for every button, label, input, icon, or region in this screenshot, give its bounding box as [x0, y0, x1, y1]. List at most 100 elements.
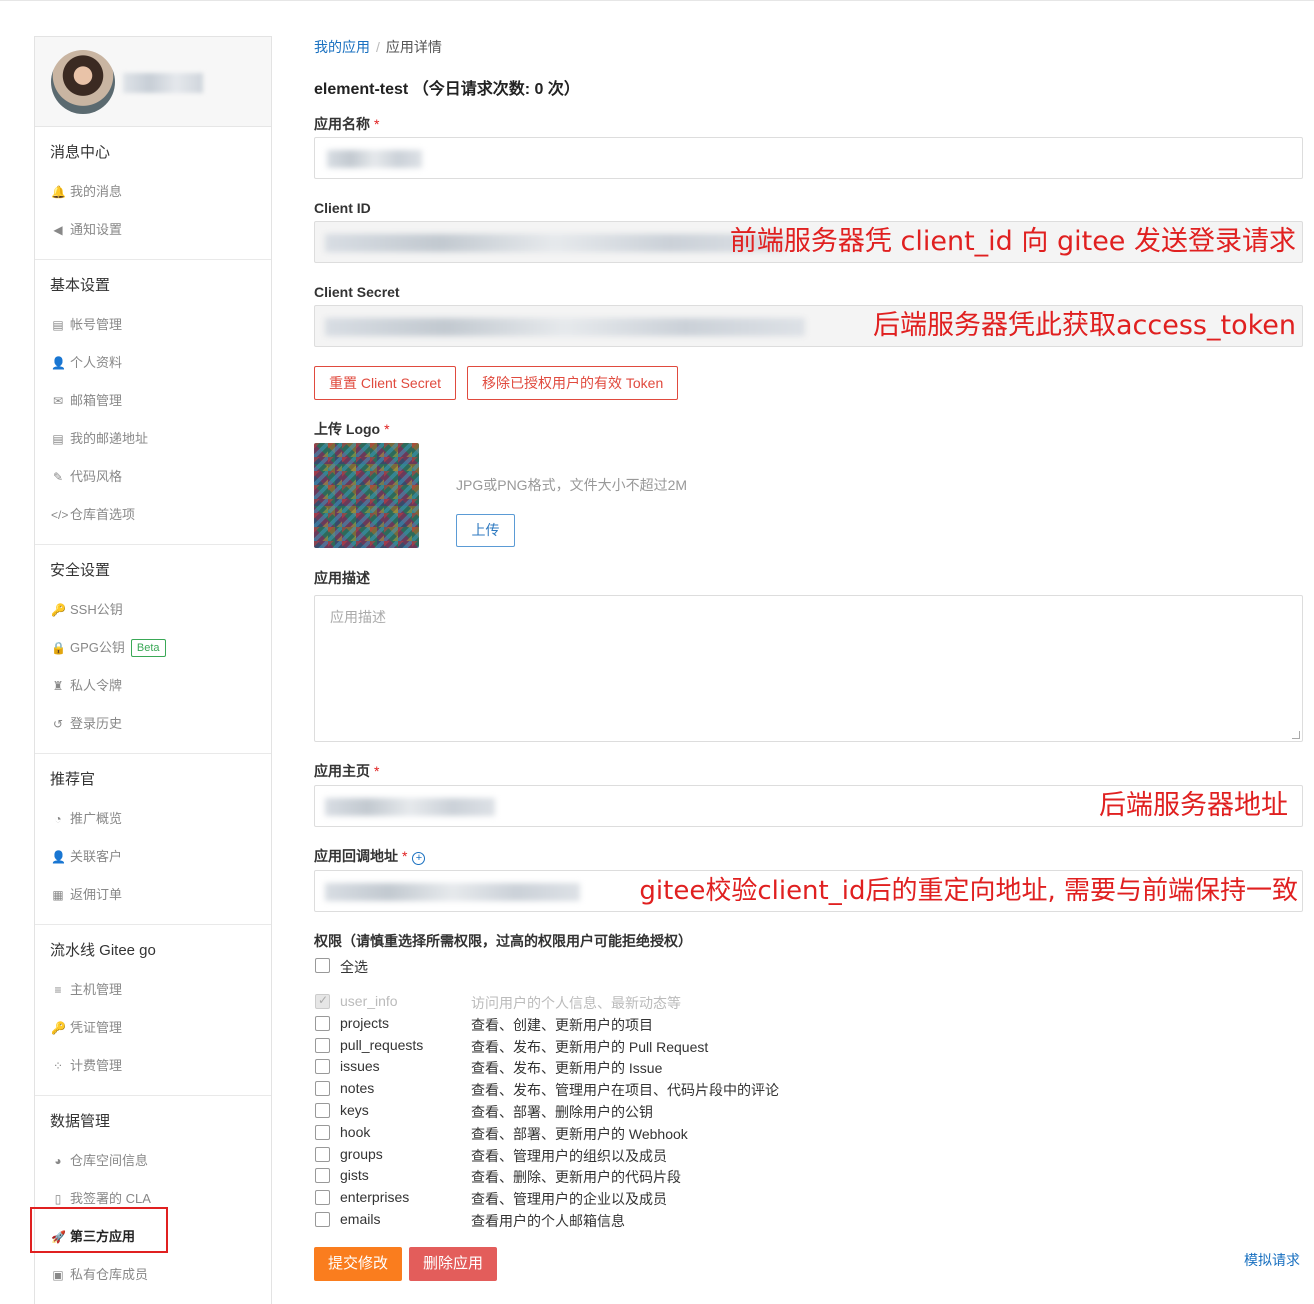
scope-description: 查看、管理用户的组织以及成员 — [471, 1148, 667, 1164]
reset-secret-button[interactable]: 重置 Client Secret — [314, 366, 457, 400]
scope-checkbox[interactable] — [315, 1016, 330, 1031]
member-icon: ▣ — [52, 1268, 64, 1282]
sidebar-group: 消息中心 🔔 我的消息 ◀ 通知设置 — [35, 127, 271, 260]
select-all-checkbox[interactable] — [315, 958, 330, 973]
sidebar-item[interactable]: 👤 个人资料 — [35, 344, 271, 382]
callback-input[interactable]: gitee校验client_id后的重定向地址, 需要与前端保持一致 — [314, 870, 1303, 912]
sidebar-item-label: 私有仓库成员 — [70, 1267, 149, 1282]
breadcrumb-separator: / — [376, 39, 380, 55]
sidebar-item[interactable]: 🔒 GPG公钥 Beta — [35, 629, 271, 667]
scope-name: enterprises — [340, 1189, 410, 1205]
sidebar-item-label: 通知设置 — [70, 222, 123, 237]
sidebar-group: 推荐官 ◔ 推广概览 👤 关联客户 ▦ 返佣订单 — [35, 754, 271, 925]
sidebar-item[interactable]: ✎ 代码风格 — [35, 458, 271, 496]
scope-description: 访问用户的个人信息、最新动态等 — [471, 995, 681, 1011]
main-content: 我的应用 / 应用详情 element-test （今日请求次数: 0 次） — [314, 36, 1304, 99]
scope-checkbox[interactable] — [315, 1038, 330, 1053]
upload-button[interactable]: 上传 — [456, 514, 515, 547]
scope-checkbox[interactable] — [315, 1059, 330, 1074]
description-placeholder: 应用描述 — [330, 609, 386, 625]
sidebar-group: 流水线 Gitee go ≡ 主机管理 🔑 凭证管理 ⁘ 计费管理 — [35, 925, 271, 1096]
sidebar-group-title: 安全设置 — [50, 562, 111, 579]
sidebar-item[interactable]: ▦ 返佣订单 — [35, 876, 271, 914]
avatar[interactable] — [51, 50, 115, 114]
page-title: element-test （今日请求次数: 0 次） — [314, 81, 580, 98]
homepage-annotation: 后端服务器地址 — [1099, 790, 1288, 821]
pie-icon: ◕ — [54, 1154, 62, 1168]
description-textarea[interactable]: 应用描述 — [314, 595, 1303, 742]
sidebar-item[interactable]: ⁘ 计费管理 — [35, 1047, 271, 1085]
homepage-input[interactable]: 后端服务器地址 — [314, 785, 1303, 827]
sidebar-item-label: 计费管理 — [70, 1058, 123, 1073]
sidebar-item[interactable]: ▤ 我的邮递地址 — [35, 420, 271, 458]
scope-description: 查看、创建、更新用户的项目 — [471, 1017, 653, 1033]
sidebar-group: 数据管理 ◕ 仓库空间信息 ▯ 我签署的 CLA 🚀 第三方应用 ▣ 私有仓库成员 — [35, 1096, 271, 1304]
delete-app-button[interactable]: 删除应用 — [409, 1247, 498, 1281]
revoke-token-button[interactable]: 移除已授权用户的有效 Token — [467, 366, 679, 400]
gauge-icon: ◔ — [54, 812, 62, 826]
simulate-request-link[interactable]: 模拟请求 — [1244, 1250, 1300, 1270]
scope-checkbox[interactable] — [315, 1103, 330, 1118]
sidebar-item-label: SSH公钥 — [70, 602, 123, 617]
scope-checkbox[interactable] — [315, 1081, 330, 1096]
scope-name: groups — [340, 1146, 383, 1162]
client-id-label: Client ID — [314, 200, 371, 216]
scope-checkbox[interactable] — [315, 1125, 330, 1140]
callback-redacted — [325, 883, 580, 901]
sidebar-item-label: 返佣订单 — [70, 887, 123, 902]
bell-icon: 🔔 — [51, 185, 66, 199]
sidebar-item[interactable]: 🔑 SSH公钥 — [35, 591, 271, 629]
history-icon: ↺ — [52, 717, 64, 731]
sidebar-item[interactable]: 🔑 凭证管理 — [35, 1009, 271, 1047]
breadcrumb: 我的应用 / 应用详情 — [314, 36, 1304, 58]
scope-checkbox[interactable] — [315, 1147, 330, 1162]
file-icon: ▯ — [54, 1192, 62, 1206]
sidebar-item[interactable]: 🔔 我的消息 — [35, 173, 271, 211]
sidebar-item-label: 私人令牌 — [70, 678, 123, 693]
app-name-label: 应用名称 * — [314, 116, 380, 132]
sidebar-item[interactable]: ◔ 推广概览 — [35, 800, 271, 838]
help-icon[interactable]: + — [412, 852, 426, 865]
breadcrumb-current: 应用详情 — [385, 39, 442, 55]
logo-label: 上传 Logo * — [314, 421, 390, 437]
submit-button[interactable]: 提交修改 — [314, 1247, 403, 1281]
scope-name: user_info — [340, 993, 398, 1009]
sidebar-item[interactable]: ↺ 登录历史 — [35, 705, 271, 743]
sidebar-item[interactable]: ◕ 仓库空间信息 — [35, 1142, 271, 1180]
sidebar-item-label: 代码风格 — [70, 469, 123, 484]
sidebar-item[interactable]: ✉ 邮箱管理 — [35, 382, 271, 420]
sidebar-item[interactable]: ▤ 帐号管理 — [35, 306, 271, 344]
client-secret-field[interactable]: 后端服务器凭此获取access_token — [314, 305, 1303, 347]
sidebar-item-label: 主机管理 — [70, 982, 123, 997]
homepage-label: 应用主页 * — [314, 763, 380, 779]
sidebar-item[interactable]: </> 仓库首选项 — [35, 496, 271, 534]
server-icon: ≡ — [54, 983, 62, 997]
resize-handle[interactable] — [1292, 731, 1300, 739]
sidebar-item[interactable]: 👤 关联客户 — [35, 838, 271, 876]
sidebar-item[interactable]: ▣ 私有仓库成员 — [35, 1256, 271, 1294]
client-id-annotation: 前端服务器凭 client_id 向 gitee 发送登录请求 — [729, 226, 1296, 257]
scope-checkbox[interactable] — [315, 1168, 330, 1183]
scope-description: 查看、发布、更新用户的 Issue — [471, 1060, 663, 1076]
app-name-input[interactable] — [314, 137, 1303, 179]
scope-name: projects — [340, 1015, 390, 1031]
username-redacted — [123, 73, 203, 93]
sidebar-group-title: 流水线 Gitee go — [50, 942, 156, 959]
scope-checkbox[interactable] — [315, 1190, 330, 1205]
client-id-field[interactable]: 前端服务器凭 client_id 向 gitee 发送登录请求 — [314, 221, 1303, 263]
sidebar-item-label: 仓库首选项 — [70, 507, 136, 522]
scope-name: issues — [340, 1058, 380, 1074]
sidebar-item-label: 帐号管理 — [70, 317, 123, 332]
sidebar-item[interactable]: ♜ 私人令牌 — [35, 667, 271, 705]
sidebar-item[interactable]: ≡ 主机管理 — [35, 971, 271, 1009]
sidebar-item[interactable]: ◀ 通知设置 — [35, 211, 271, 249]
scope-checkbox[interactable] — [315, 1212, 330, 1227]
scope-description: 查看、发布、更新用户的 Pull Request — [471, 1039, 709, 1055]
key-icon: 🔑 — [51, 603, 66, 617]
beta-badge: Beta — [130, 639, 166, 657]
code-icon: </> — [51, 508, 69, 522]
client-secret-redacted — [325, 318, 805, 336]
description-label: 应用描述 — [314, 570, 370, 586]
scope-name: keys — [340, 1102, 369, 1118]
breadcrumb-my-apps[interactable]: 我的应用 — [314, 39, 370, 55]
